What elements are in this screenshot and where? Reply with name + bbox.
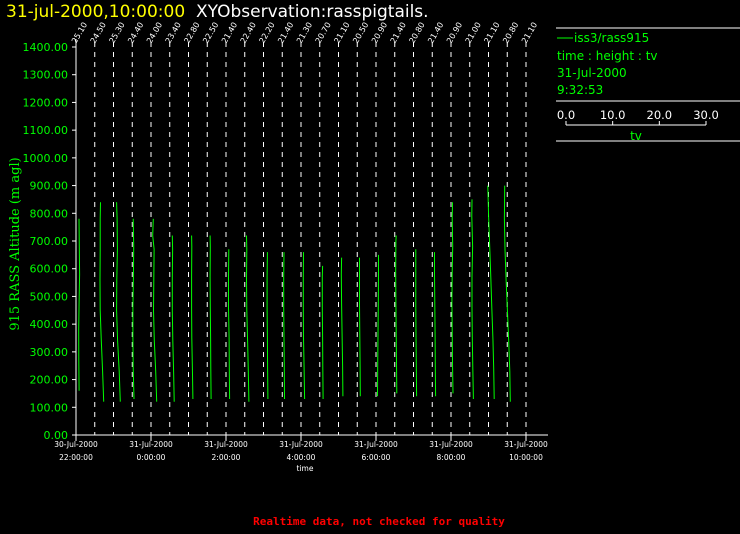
y-axis: 0.00100.00200.00300.00400.00500.00600.00…	[23, 39, 77, 442]
y-axis-label: 915 RASS Altitude (m agl)	[8, 157, 23, 330]
x-tick-date: 31-Jul-2000	[354, 440, 398, 449]
x-tick-date: 31-Jul-2000	[204, 440, 248, 449]
legend-line-4: 9:32:53	[557, 83, 603, 97]
x-tick-date: 31-Jul-2000	[129, 440, 173, 449]
legend: iss3/rass915 time : height : tv 31-Jul-2…	[556, 27, 740, 143]
x-tick-time: 10:00:00	[509, 453, 543, 462]
x-tick-date: 31-Jul-2000	[279, 440, 323, 449]
profile-tv-label: 20.90	[370, 21, 389, 45]
x-axis-label: time	[297, 464, 314, 473]
y-tick-label: 300.00	[30, 346, 69, 359]
x-tick-date: 30-Jul-2000	[54, 440, 98, 449]
profile-tv-label: 25.10	[70, 21, 89, 45]
legend-scale-tick-label: 0.0	[557, 108, 575, 122]
profile-tv-label: 21.00	[464, 21, 483, 45]
profile-tv-label: 24.40	[126, 21, 145, 45]
profile-trace	[395, 235, 398, 394]
y-tick-label: 500.00	[30, 290, 69, 303]
y-tick-label: 400.00	[30, 318, 69, 331]
profile-tv-label: 20.80	[407, 21, 426, 45]
legend-scale-tick-label: 20.0	[647, 108, 673, 122]
profile-tv-label: 21.10	[520, 21, 539, 45]
y-tick-label: 100.00	[30, 401, 69, 414]
legend-line-3: 31-Jul-2000	[557, 66, 627, 80]
y-tick-label: 900.00	[30, 180, 69, 193]
profile-tv-label: 21.40	[426, 21, 445, 45]
profile-trace	[132, 218, 135, 400]
legend-scale-tick-label: 30.0	[693, 108, 719, 122]
profile-tv-label: 20.50	[351, 21, 370, 45]
profile-trace	[340, 257, 344, 397]
x-tick-date: 31-Jul-2000	[429, 440, 473, 449]
quality-disclaimer: Realtime data, not checked for quality	[253, 515, 505, 528]
profile-tv-label: 20.70	[314, 21, 333, 45]
x-tick-time: 2:00:00	[212, 453, 241, 462]
profile-trace	[321, 265, 324, 400]
legend-scale-tick-label: 10.0	[600, 108, 626, 122]
y-tick-label: 600.00	[30, 263, 69, 276]
profile-trace	[116, 202, 121, 402]
profile-tv-label: 22.40	[239, 21, 258, 45]
legend-tv-scale: 0.0 10.0 20.0 30.0	[557, 108, 719, 126]
x-tick-date: 31-Jul-2000	[504, 440, 548, 449]
profile-tv-label: 25.30	[107, 21, 126, 45]
y-tick-label: 700.00	[30, 235, 69, 248]
y-tick-label: 1200.00	[23, 96, 69, 109]
profile-tv-label: 21.10	[482, 21, 501, 45]
profile-tv-label: 21.10	[332, 21, 351, 45]
profile-trace	[209, 235, 212, 400]
y-tick-label: 1100.00	[23, 124, 69, 137]
profile-trace	[359, 257, 361, 397]
profile-tv-label: 21.40	[389, 21, 408, 45]
y-tick-label: 1300.00	[23, 69, 69, 82]
profile-trace	[451, 202, 454, 394]
profile-tv-label: 21.40	[220, 21, 239, 45]
profile-tv-label: 21.30	[295, 21, 314, 45]
header-date-time: 31-jul-2000,10:00:00	[6, 2, 185, 22]
profile-tv-label: 20.90	[445, 21, 464, 45]
x-tick-time: 0:00:00	[137, 453, 166, 462]
profile-trace	[434, 252, 437, 397]
y-tick-label: 800.00	[30, 207, 69, 220]
profile-trace	[302, 252, 306, 400]
x-tick-time: 22:00:00	[59, 453, 93, 462]
profile-tv-label: 22.20	[257, 21, 276, 45]
profile-trace	[266, 252, 269, 400]
y-tick-label: 1400.00	[23, 41, 69, 54]
header-title: XYObservation:rasspigtails.	[196, 2, 429, 22]
y-tick-label: 200.00	[30, 374, 69, 387]
profile-trace	[152, 218, 158, 402]
x-tick-time: 4:00:00	[287, 453, 316, 462]
profile-trace	[415, 249, 418, 397]
profile-tv-label: 22.80	[182, 21, 201, 45]
rass-chart: 31-jul-2000,10:00:00 XYObservation:rassp…	[6, 2, 740, 528]
profile-trace	[78, 218, 81, 391]
profile-trace	[228, 249, 231, 400]
legend-series-label: iss3/rass915	[574, 31, 649, 45]
legend-line-2: time : height : tv	[557, 49, 658, 63]
profile-trace	[283, 252, 285, 400]
x-tick-time: 6:00:00	[362, 453, 391, 462]
plot-area: 25.10 24.50 25.30 24.40 24.00 23.40 22.80 22.50…	[70, 21, 539, 435]
profile-tv-label: 24.00	[145, 21, 164, 45]
profile-trace	[171, 235, 175, 402]
profile-tv-label: 21.40	[276, 21, 295, 45]
profile-tv-label: 23.40	[164, 21, 183, 45]
profile-tv-label: 20.80	[501, 21, 520, 45]
profile-trace	[471, 199, 474, 400]
profile-trace	[245, 235, 250, 402]
profile-trace	[191, 235, 194, 400]
profile-tv-label: 24.50	[89, 21, 108, 45]
x-axis: 30-Jul-2000 22:00:00 31-Jul-2000 0:00:00 31-…	[54, 434, 548, 462]
y-tick-label: 1000.00	[23, 152, 69, 165]
profile-trace	[99, 202, 105, 402]
x-tick-time: 8:00:00	[437, 453, 466, 462]
profile-trace	[377, 254, 379, 397]
profile-tv-label: 22.50	[201, 21, 220, 45]
